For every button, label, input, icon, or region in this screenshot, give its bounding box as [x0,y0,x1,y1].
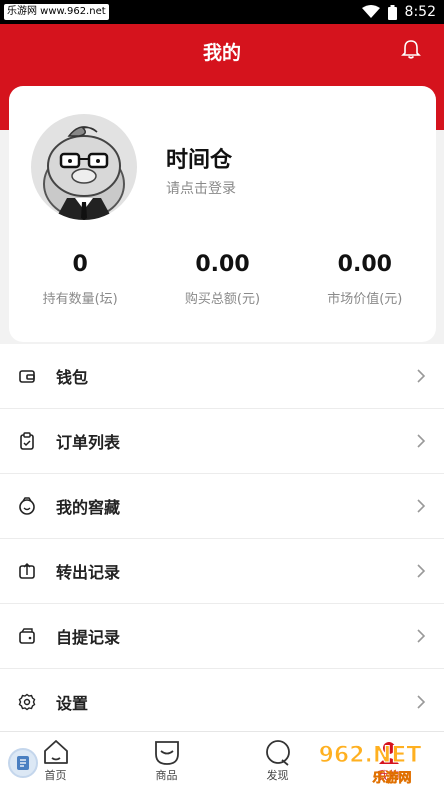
menu-item-cellar[interactable]: 我的窖藏 [0,474,444,539]
chevron-right-icon [417,434,426,448]
document-icon [17,756,29,770]
stat-label: 购买总额(元) [184,292,261,307]
menu-label: 转出记录 [56,563,121,582]
stat-value: 0.00 [337,252,392,277]
stat-purchase-total[interactable]: 0.00 购买总额(元) [151,250,293,307]
menu-label: 钱包 [56,368,89,387]
menu-list: 钱包 订单列表 我的窖藏 转出记录 自提记录 设置 [0,344,444,734]
chevron-right-icon [417,694,426,709]
transfer-icon [19,562,35,579]
chevron-right-icon [417,629,426,643]
stat-label: 持有数量(坛) [42,292,118,307]
stats-row: 0 持有数量(坛) 0.00 购买总额(元) 0.00 市场价值(元) [9,250,436,307]
stat-label: 市场价值(元) [327,292,403,307]
battery-icon [387,4,397,20]
gear-icon [18,693,36,710]
tab-label: 发现 [266,769,289,782]
site-badge: 乐游网 www.962.net [4,4,109,20]
menu-item-pickup-records[interactable]: 自提记录 [0,604,444,669]
bell-icon[interactable] [400,38,422,60]
wallet-icon [19,370,35,383]
stat-market-value[interactable]: 0.00 市场价值(元) [294,250,436,307]
clipboard-icon [20,432,34,450]
home-icon [43,740,68,764]
chevron-right-icon [417,499,426,513]
discover-icon [265,740,290,766]
cellar-icon [19,497,35,515]
wifi-icon [361,5,380,18]
svg-text:962.NET: 962.NET [319,743,422,768]
menu-label: 设置 [56,693,89,713]
menu-label: 订单列表 [56,433,121,452]
stat-holdings[interactable]: 0 持有数量(坛) [9,250,151,307]
avatar[interactable] [31,114,137,220]
login-link[interactable]: 请点击登录 [166,178,236,198]
stat-value: 0 [72,252,88,277]
tab-label: 商品 [155,769,178,782]
watermark-logo: 962.NET 乐游网 [318,743,422,787]
status-time: 8:52 [404,4,436,20]
menu-item-settings[interactable]: 设置 [0,669,444,734]
chevron-right-icon [417,369,426,383]
menu-label: 我的窖藏 [56,498,121,517]
tab-label: 首页 [44,769,67,782]
tab-goods[interactable]: 商品 [111,732,222,789]
pickup-icon [19,628,35,644]
status-bar: 乐游网 www.962.net 8:52 [0,0,444,24]
svg-text:乐游网: 乐游网 [372,770,411,786]
floating-document-button[interactable] [8,748,38,778]
profile-card: 时间仓 请点击登录 0 持有数量(坛) 0.00 购买总额(元) 0.00 市场… [9,86,436,342]
user-name: 时间仓 [166,148,233,173]
stat-value: 0.00 [195,252,250,277]
menu-item-orders[interactable]: 订单列表 [0,409,444,474]
chevron-right-icon [417,564,426,578]
menu-label: 自提记录 [56,628,121,647]
page-title: 我的 [202,42,241,64]
goods-icon [154,741,179,765]
menu-item-transfer-records[interactable]: 转出记录 [0,539,444,604]
menu-item-wallet[interactable]: 钱包 [0,344,444,409]
